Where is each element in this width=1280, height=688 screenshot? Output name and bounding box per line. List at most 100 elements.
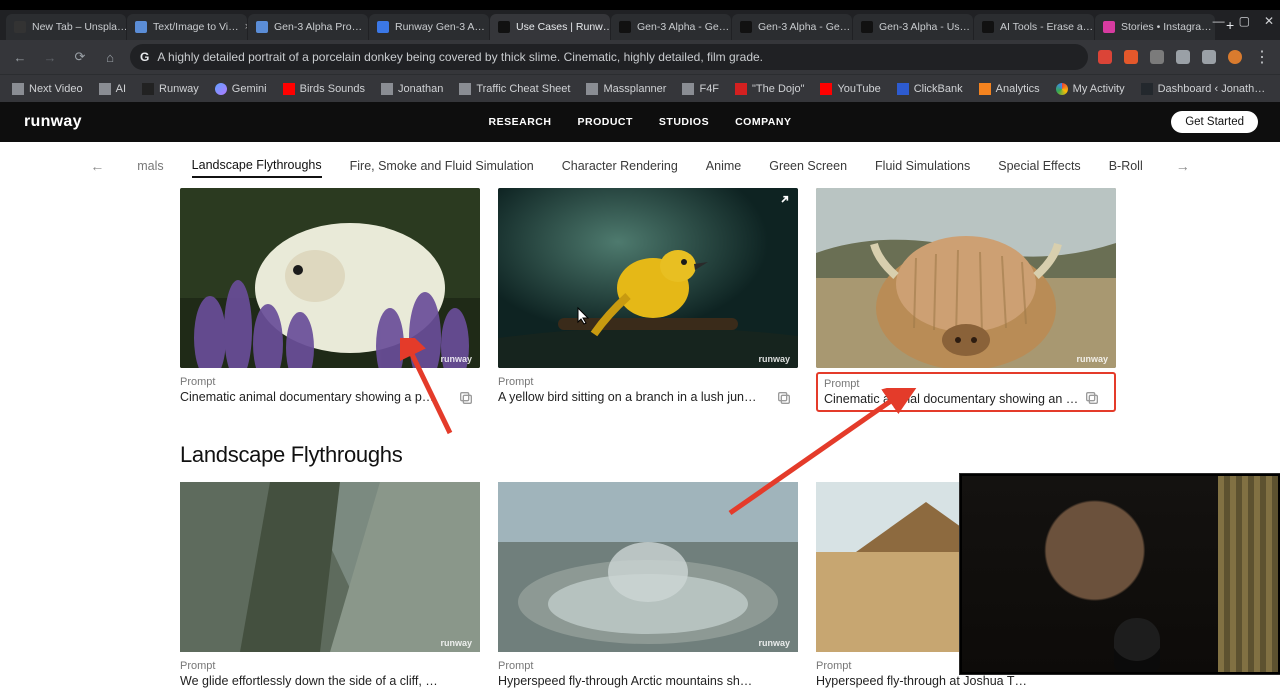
- omnibox[interactable]: G A highly detailed portrait of a porcel…: [130, 44, 1088, 70]
- prompt-text: Hyperspeed fly-through Arctic mountains …: [498, 674, 758, 688]
- video-thumbnail[interactable]: runway: [816, 188, 1116, 368]
- category-item[interactable]: Fire, Smoke and Fluid Simulation: [350, 155, 534, 177]
- prompt-row-highlighted: Prompt Cinematic animal documentary show…: [816, 372, 1116, 412]
- microphone-icon: [1114, 618, 1160, 672]
- prompt-text: Cinematic animal documentary showing an …: [824, 392, 1084, 406]
- video-thumbnail[interactable]: runway: [498, 482, 798, 652]
- bookmark-item[interactable]: My Activity: [1052, 81, 1129, 97]
- nav-link-product[interactable]: PRODUCT: [577, 116, 632, 128]
- tab-label: Text/Image to Vi…: [153, 21, 239, 33]
- prompt-label: Prompt: [180, 660, 480, 672]
- tab-label: Gen-3 Alpha Pro…: [274, 21, 362, 33]
- watermark: runway: [1076, 354, 1108, 364]
- expand-icon[interactable]: [774, 194, 790, 210]
- extension-icon[interactable]: [1150, 50, 1164, 64]
- copy-icon[interactable]: [1084, 390, 1100, 406]
- home-button[interactable]: ⌂: [100, 50, 120, 65]
- tab-label: AI Tools - Erase a…: [1000, 21, 1093, 33]
- bookmarks-bar: Next Video AI Runway Gemini Birds Sounds…: [0, 74, 1280, 102]
- bookmark-item[interactable]: AI: [95, 81, 130, 97]
- bookmark-item[interactable]: Analytics: [975, 81, 1044, 97]
- category-item[interactable]: Special Effects: [998, 155, 1080, 177]
- get-started-button[interactable]: Get Started: [1171, 111, 1258, 133]
- maximize-icon[interactable]: ▢: [1239, 14, 1250, 28]
- close-icon[interactable]: ×: [245, 21, 247, 33]
- tab-label: Use Cases | Runw…: [516, 21, 610, 33]
- prompt-row: Prompt Cinematic animal documentary show…: [180, 376, 480, 404]
- reload-button[interactable]: ⟳: [70, 49, 90, 65]
- brand-logo[interactable]: runway: [24, 113, 82, 131]
- browser-tab[interactable]: New Tab – Unspla…×: [6, 14, 126, 40]
- bookmark-item[interactable]: YouTube: [816, 81, 884, 97]
- tab-label: Gen-3 Alpha - Ge…: [758, 21, 850, 33]
- browser-tab[interactable]: Gen-3 Alpha - Ge…×: [732, 14, 852, 40]
- chevron-left-icon[interactable]: ←: [85, 158, 109, 174]
- copy-icon[interactable]: [776, 390, 792, 406]
- tab-label: Gen-3 Alpha - Ge…: [637, 21, 729, 33]
- close-window-icon[interactable]: ✕: [1264, 14, 1274, 28]
- prompt-row: Prompt A yellow bird sitting on a branch…: [498, 376, 798, 404]
- video-thumbnail[interactable]: runway: [180, 482, 480, 652]
- bookmark-item[interactable]: F4F: [678, 81, 723, 97]
- example-card: runway Prompt Cinematic animal documenta…: [816, 188, 1116, 412]
- bookmark-item[interactable]: ClickBank: [893, 81, 967, 97]
- bookmark-item[interactable]: "The Dojo": [731, 81, 808, 97]
- browser-tab-strip: New Tab – Unspla…× Text/Image to Vi… × Ge…: [0, 10, 1280, 40]
- extensions-menu-icon[interactable]: [1202, 50, 1216, 64]
- category-item[interactable]: Fluid Simulations: [875, 155, 970, 177]
- webcam-overlay: [960, 474, 1280, 674]
- bookmark-item[interactable]: Dashboard ‹ Jonath…: [1137, 81, 1270, 97]
- watermark: runway: [758, 638, 790, 648]
- category-truncated[interactable]: mals: [137, 155, 163, 177]
- back-button[interactable]: ←: [10, 50, 30, 65]
- example-card: runway Prompt Hyperspeed fly-through Arc…: [498, 482, 798, 688]
- nav-link-research[interactable]: RESEARCH: [489, 116, 552, 128]
- chevron-right-icon[interactable]: →: [1171, 158, 1195, 174]
- copy-icon[interactable]: [458, 390, 474, 406]
- bookmark-item[interactable]: Runway: [138, 81, 203, 97]
- browser-tab[interactable]: Gen-3 Alpha Pro… ×: [248, 14, 368, 40]
- section-title: Landscape Flythroughs: [0, 412, 1280, 482]
- category-item[interactable]: Green Screen: [769, 155, 847, 177]
- browser-tab[interactable]: Runway Gen-3 A…×: [369, 14, 489, 40]
- prompt-label: Prompt: [824, 378, 1108, 390]
- site-nav: RESEARCH PRODUCT STUDIOS COMPANY: [489, 116, 792, 128]
- bookmark-item[interactable]: Gemini: [211, 81, 271, 97]
- extension-icon[interactable]: [1098, 50, 1112, 64]
- prompt-text: Cinematic animal documentary showing a p…: [180, 390, 440, 404]
- search-provider-icon: G: [140, 50, 149, 64]
- category-item[interactable]: Landscape Flythroughs: [192, 154, 322, 178]
- window-title-bar: [0, 0, 1280, 10]
- extension-icon[interactable]: [1176, 50, 1190, 64]
- browser-tab[interactable]: Gen-3 Alpha - Us…×: [853, 14, 973, 40]
- nav-link-company[interactable]: COMPANY: [735, 116, 791, 128]
- category-item[interactable]: B-Roll: [1109, 155, 1143, 177]
- bookmark-item[interactable]: Massplanner: [582, 81, 670, 97]
- omnibox-text: A highly detailed portrait of a porcelai…: [157, 50, 763, 64]
- prompt-label: Prompt: [498, 660, 798, 672]
- bookmark-item[interactable]: Jonathan: [377, 81, 447, 97]
- browser-tab-active[interactable]: Use Cases | Runw…×: [490, 14, 610, 40]
- profile-avatar[interactable]: [1228, 50, 1242, 64]
- prompt-label: Prompt: [180, 376, 480, 388]
- category-item[interactable]: Anime: [706, 155, 741, 177]
- browser-tab[interactable]: Text/Image to Vi… ×: [127, 14, 247, 40]
- browser-tab[interactable]: Stories • Instagra…×: [1095, 14, 1215, 40]
- extension-icon[interactable]: [1124, 50, 1138, 64]
- video-thumbnail[interactable]: runway: [498, 188, 798, 368]
- tab-label: Gen-3 Alpha - Us…: [879, 21, 970, 33]
- browser-tab[interactable]: AI Tools - Erase a…×: [974, 14, 1094, 40]
- browser-tab[interactable]: Gen-3 Alpha - Ge…×: [611, 14, 731, 40]
- bookmark-item[interactable]: Traffic Cheat Sheet: [455, 81, 574, 97]
- tab-label: New Tab – Unspla…: [32, 21, 126, 33]
- category-item[interactable]: Character Rendering: [562, 155, 678, 177]
- nav-link-studios[interactable]: STUDIOS: [659, 116, 709, 128]
- forward-button[interactable]: →: [40, 50, 60, 65]
- bookmark-item[interactable]: Next Video: [8, 81, 87, 97]
- video-thumbnail[interactable]: runway: [180, 188, 480, 368]
- minimize-icon[interactable]: —: [1213, 14, 1225, 28]
- prompt-text: A yellow bird sitting on a branch in a l…: [498, 390, 758, 404]
- bookmark-item[interactable]: Birds Sounds: [279, 81, 369, 97]
- kebab-menu-icon[interactable]: ⋮: [1254, 47, 1270, 67]
- prompt-text: Hyperspeed fly-through at Joshua T…: [816, 674, 1076, 688]
